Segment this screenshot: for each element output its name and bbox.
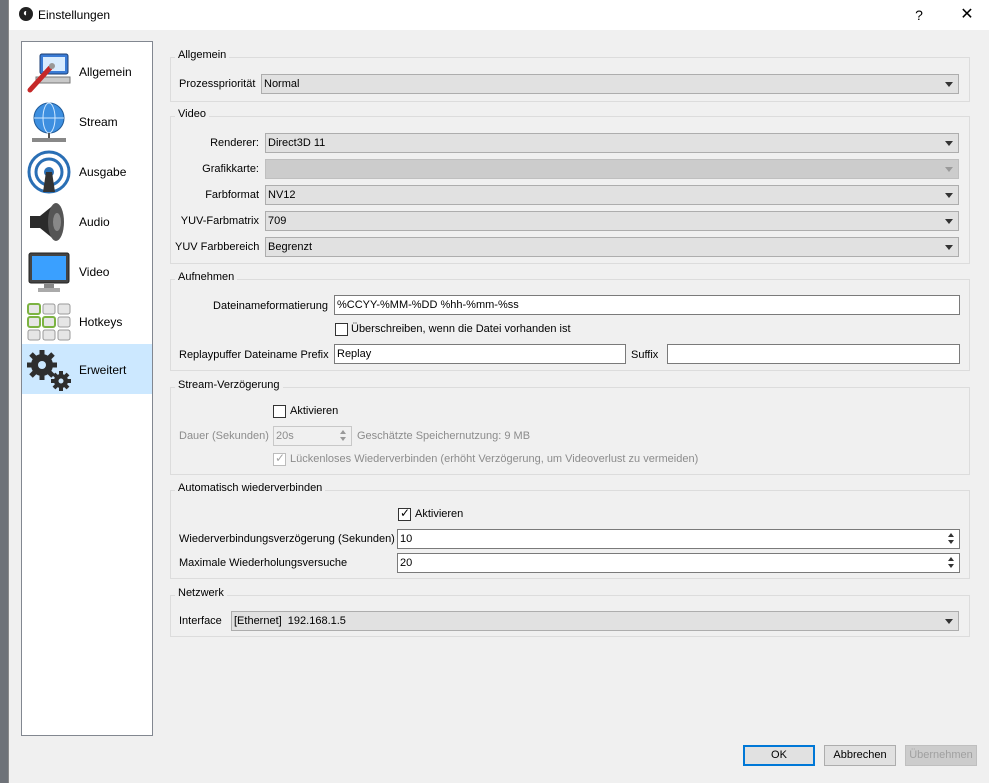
interface-label: Interface [179,615,222,627]
group-title: Aufnehmen [175,271,238,283]
output-icon [27,150,71,194]
memory-usage-text: Geschätzte Speichernutzung: 9 MB [357,430,531,442]
sidebar-item-audio[interactable]: Audio [22,196,152,246]
interface-value: [Ethernet] 192.168.1.5 [234,615,346,627]
title-bar: ◐ Einstellungen ? ✕ [9,0,989,30]
settings-window: ◐ Einstellungen ? ✕ Allgemein Stream Aus… [8,0,989,783]
suffix-input[interactable] [667,344,960,364]
stream-delay-enable-label: Aktivieren [290,405,339,417]
ok-button[interactable]: OK [743,745,815,766]
sidebar-item-label: Erweitert [79,363,127,377]
group-title: Netzwerk [175,587,227,599]
reconnect-delay-value: 10 [400,533,413,545]
filename-format-input[interactable]: %CCYY-%MM-%DD %hh-%mm-%ss [334,295,960,315]
yuvrange-label: YUV Farbbereich [175,241,260,253]
chevron-down-icon [945,245,953,250]
yuvmatrix-select[interactable]: 709 [265,211,959,231]
filename-format-label: Dateinameformatierung [213,300,328,312]
chevron-down-icon [945,167,953,172]
video-icon [28,252,70,292]
reconnect-delay-spinbox[interactable]: 10 [397,529,960,549]
sidebar-item-erweitert[interactable]: Erweitert [22,344,152,394]
sidebar-item-label: Allgemein [79,65,132,79]
sidebar-item-allgemein[interactable]: Allgemein [22,46,152,96]
chevron-down-icon [945,193,953,198]
suffix-label: Suffix [631,349,659,361]
help-button[interactable]: ? [904,4,934,26]
overwrite-checkbox[interactable] [335,323,348,336]
renderer-label: Renderer: [210,137,259,149]
overwrite-label: Überschreiben, wenn die Datei vorhanden … [351,323,571,335]
spin-arrows-icon [337,428,350,444]
colorformat-label: Farbformat [205,189,259,201]
replay-prefix-input[interactable]: Replay [334,344,626,364]
group-title: Video [175,108,209,120]
group-title: Stream-Verzögerung [175,379,283,391]
preserve-label: Lückenloses Wiederverbinden (erhöht Verz… [290,453,699,465]
duration-spinbox: 20s [273,426,352,446]
apply-button: Übernehmen [905,745,977,766]
duration-value: 20s [276,430,294,442]
priority-label: Prozesspriorität [179,78,256,90]
sidebar-item-label: Stream [79,115,118,129]
duration-label: Dauer (Sekunden) [179,430,269,442]
gpu-select [265,159,959,179]
max-retries-value: 20 [400,557,413,569]
colorformat-value: NV12 [268,189,296,201]
sidebar-item-label: Hotkeys [79,315,123,329]
group-title: Allgemein [175,49,230,61]
sidebar-item-label: Ausgabe [79,165,127,179]
obs-logo-icon: ◐ [19,7,33,21]
stream-icon [32,102,66,142]
gears-icon [27,350,71,391]
sidebar-item-stream[interactable]: Stream [22,96,152,146]
spin-arrows-icon[interactable] [945,531,958,547]
colorformat-select[interactable]: NV12 [265,185,959,205]
priority-value: Normal [264,78,300,90]
sidebar-item-label: Audio [79,215,110,229]
general-icon [27,53,71,93]
spin-arrows-icon[interactable] [945,555,958,571]
interface-select[interactable]: [Ethernet] 192.168.1.5 [231,611,959,631]
chevron-down-icon [945,619,953,624]
priority-select[interactable]: Normal [261,74,959,94]
sidebar-item-label: Video [79,265,110,279]
reconnect-enable-label: Aktivieren [415,508,464,520]
checkmark-icon: ✓ [275,451,286,465]
close-button[interactable]: ✕ [952,4,982,26]
audio-icon [30,203,64,241]
yuvrange-value: Begrenzt [268,241,313,253]
sidebar-item-ausgabe[interactable]: Ausgabe [22,146,152,196]
reconnect-delay-label: Wiederverbindungsverzögerung (Sekunden) [179,533,395,545]
yuvmatrix-label: YUV-Farbmatrix [180,215,259,227]
chevron-down-icon [945,82,953,87]
renderer-select[interactable]: Direct3D 11 [265,133,959,153]
sidebar-item-hotkeys[interactable]: Hotkeys [22,296,152,346]
max-retries-label: Maximale Wiederholungsversuche [179,557,348,569]
settings-sidebar: Allgemein Stream Ausgabe Audio Video Hot… [21,41,153,736]
max-retries-spinbox[interactable]: 20 [397,553,960,573]
stream-delay-enable-checkbox[interactable] [273,405,286,418]
cancel-button[interactable]: Abbrechen [824,745,896,766]
window-title: Einstellungen [38,8,111,22]
renderer-value: Direct3D 11 [268,137,326,149]
gpu-label: Grafikkarte: [202,163,259,175]
sidebar-item-video[interactable]: Video [22,246,152,296]
chevron-down-icon [945,219,953,224]
preserve-checkbox: ✓ [273,451,286,466]
replay-prefix-label: Replaypuffer Dateiname Prefix [179,349,329,361]
chevron-down-icon [945,141,953,146]
group-title: Automatisch wiederverbinden [175,482,326,494]
reconnect-enable-checkbox[interactable]: ✓ [398,506,411,521]
checkmark-icon: ✓ [400,506,411,520]
yuvrange-select[interactable]: Begrenzt [265,237,959,257]
hotkeys-icon [27,303,71,341]
yuvmatrix-value: 709 [268,215,287,227]
